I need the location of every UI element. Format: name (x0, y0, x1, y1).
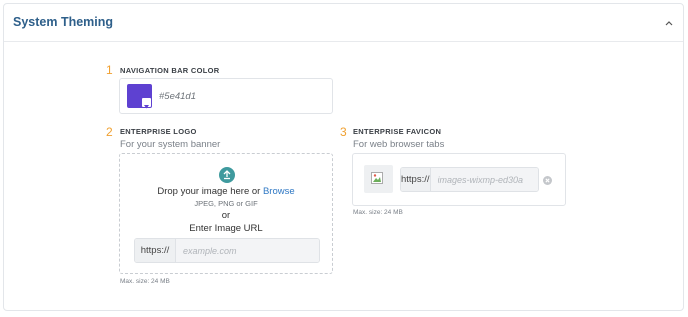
logo-url-group: https:// (134, 238, 320, 263)
logo-dropzone[interactable]: Drop your image here or Browse JPEG, PNG… (119, 153, 333, 274)
favicon-uploader: https:// (352, 153, 566, 206)
favicon-subtitle: For web browser tabs (353, 139, 445, 150)
logo-label: ENTERPRISE LOGO (120, 127, 197, 136)
panel-title: System Theming (13, 15, 114, 29)
or-separator: or (221, 210, 231, 221)
clear-circle-icon[interactable] (543, 176, 552, 185)
logo-subtitle: For your system banner (120, 139, 221, 150)
step-number-3: 3 (340, 125, 347, 139)
step-number-1: 1 (106, 63, 113, 77)
step-number-2: 2 (106, 125, 113, 139)
nav-color-picker[interactable]: #5e41d1 (119, 78, 333, 114)
drop-text: Drop your image here or (157, 186, 263, 197)
system-theming-panel: System Theming (3, 3, 684, 311)
favicon-url-group: https:// (400, 167, 539, 192)
color-hex-value[interactable]: #5e41d1 (159, 91, 196, 102)
chevron-up-icon[interactable] (663, 17, 675, 29)
logo-url-input[interactable] (176, 239, 319, 262)
swatch-dropdown[interactable] (142, 98, 151, 109)
logo-max-size: Max. size: 24 MB (120, 278, 170, 285)
favicon-label: ENTERPRISE FAVICON (353, 127, 442, 136)
caret-down-icon (144, 105, 149, 109)
browse-link[interactable]: Browse (263, 186, 295, 197)
url-prefix: https:// (401, 168, 431, 191)
color-swatch[interactable] (127, 84, 152, 109)
broken-image-icon (371, 172, 383, 184)
favicon-url-input[interactable] (430, 168, 538, 191)
accepted-formats: JPEG, PNG or GIF (194, 199, 258, 208)
url-prefix: https:// (135, 239, 176, 262)
drop-instructions: Drop your image here or Browse (120, 186, 332, 197)
nav-color-label: NAVIGATION BAR COLOR (120, 66, 220, 75)
favicon-preview (364, 165, 393, 193)
enter-url-label: Enter Image URL (189, 223, 263, 234)
favicon-max-size: Max. size: 24 MB (353, 209, 403, 216)
panel-header[interactable]: System Theming (4, 4, 683, 42)
upload-icon[interactable] (219, 167, 235, 183)
